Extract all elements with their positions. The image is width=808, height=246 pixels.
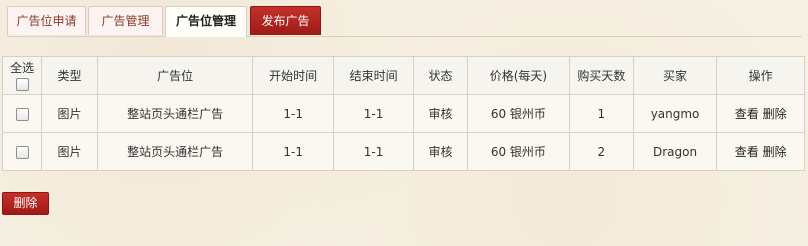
- select-all-label: 全选: [10, 60, 35, 75]
- row-select-cell: [1, 94, 43, 133]
- select-all-checkbox[interactable]: [15, 77, 29, 91]
- tab-ad-management[interactable]: 广告管理: [88, 6, 163, 35]
- table-row: 图片 整站页头通栏广告 1-1 1-1 审核 60 银州币 2 Dragon 查…: [1, 132, 805, 171]
- cell-end-time: 1-1: [332, 132, 415, 171]
- delete-link[interactable]: 删除: [763, 145, 787, 159]
- view-link[interactable]: 查看: [735, 107, 759, 121]
- tab-ad-slot-apply[interactable]: 广告位申请: [7, 6, 86, 35]
- cell-days: 1: [568, 94, 634, 133]
- row-select-cell: [1, 132, 43, 171]
- header-actions: 操作: [716, 56, 805, 95]
- cell-position: 整站页头通栏广告: [96, 94, 254, 133]
- select-all-cell: 全选: [1, 56, 43, 95]
- cell-buyer: yangmo: [632, 94, 718, 133]
- cell-price: 60 银州币: [466, 94, 570, 133]
- table-row: 图片 整站页头通栏广告 1-1 1-1 审核 60 银州币 1 yangmo 查…: [1, 94, 805, 133]
- tab-ad-slot-management[interactable]: 广告位管理: [165, 6, 247, 37]
- cell-actions: 查看 删除: [716, 132, 805, 171]
- cell-days: 2: [568, 132, 634, 171]
- cell-type: 图片: [41, 132, 98, 171]
- header-price: 价格(每天): [466, 56, 570, 95]
- cell-type: 图片: [41, 94, 98, 133]
- header-end-time: 结束时间: [332, 56, 415, 95]
- delete-link[interactable]: 删除: [763, 107, 787, 121]
- header-type: 类型: [41, 56, 98, 95]
- tab-publish-ad[interactable]: 发布广告: [250, 6, 321, 35]
- header-days: 购买天数: [568, 56, 634, 95]
- delete-selected-button[interactable]: 删除: [2, 192, 49, 215]
- row-checkbox[interactable]: [15, 107, 29, 121]
- cell-status: 审核: [413, 132, 468, 171]
- header-position: 广告位: [96, 56, 254, 95]
- cell-actions: 查看 删除: [716, 94, 805, 133]
- header-start-time: 开始时间: [252, 56, 334, 95]
- cell-start-time: 1-1: [252, 132, 334, 171]
- ad-slot-table: 全选 类型 广告位 开始时间 结束时间 状态 价格(每天) 购买天数 买家 操作…: [1, 56, 805, 171]
- cell-position: 整站页头通栏广告: [96, 132, 254, 171]
- header-buyer: 买家: [632, 56, 718, 95]
- table-header-row: 全选 类型 广告位 开始时间 结束时间 状态 价格(每天) 购买天数 买家 操作: [1, 56, 805, 95]
- header-status: 状态: [413, 56, 468, 95]
- cell-price: 60 银州币: [466, 132, 570, 171]
- cell-status: 审核: [413, 94, 468, 133]
- row-checkbox[interactable]: [15, 145, 29, 159]
- view-link[interactable]: 查看: [735, 145, 759, 159]
- cell-end-time: 1-1: [332, 94, 415, 133]
- tab-bar: 广告位申请 广告管理 广告位管理 发布广告: [7, 6, 802, 37]
- cell-start-time: 1-1: [252, 94, 334, 133]
- cell-buyer: Dragon: [632, 132, 718, 171]
